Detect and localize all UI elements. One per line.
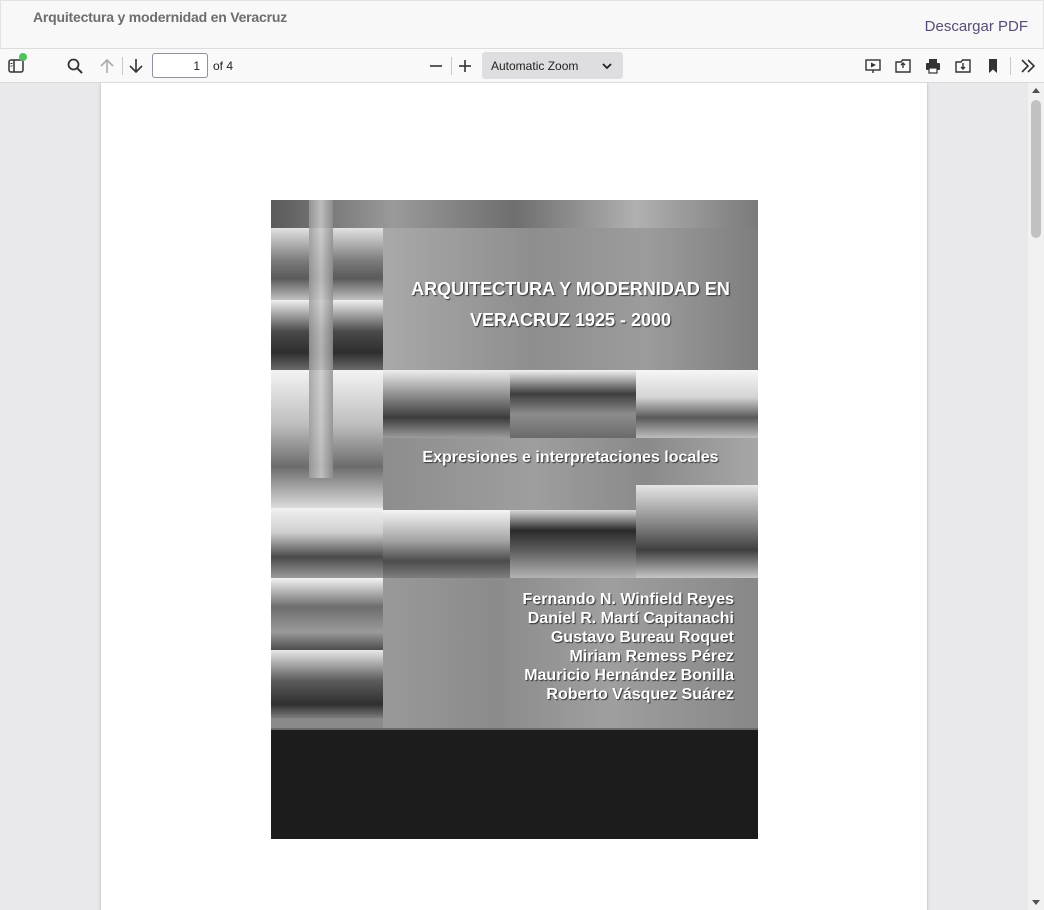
save-button[interactable]: [950, 53, 976, 79]
cover-subtitle: Expresiones e interpretaciones locales: [422, 449, 719, 466]
download-icon: [955, 59, 971, 73]
building-photo: [383, 370, 510, 438]
building-photo: [271, 650, 383, 718]
document-viewer[interactable]: ARQUITECTURA Y MODERNIDAD EN VERACRUZ 19…: [0, 83, 1044, 910]
download-pdf-link[interactable]: Descargar PDF: [925, 18, 1028, 35]
author-name: Gustavo Bureau Roquet: [550, 629, 734, 646]
scroll-down-arrow[interactable]: [1032, 900, 1040, 905]
tower-photo: [309, 200, 333, 478]
scroll-thumb[interactable]: [1031, 100, 1041, 238]
book-cover: ARQUITECTURA Y MODERNIDAD EN VERACRUZ 19…: [271, 200, 758, 839]
bookmark-button[interactable]: [980, 53, 1006, 79]
page-number-input[interactable]: [152, 53, 208, 78]
building-photo: [271, 508, 383, 578]
cover-title: ARQUITECTURA Y MODERNIDAD EN VERACRUZ 19…: [383, 274, 758, 336]
photo-strip: [271, 200, 758, 228]
folder-open-icon: [895, 59, 911, 73]
building-photo: [636, 485, 758, 578]
tools-menu-button[interactable]: [1015, 53, 1041, 79]
presentation-mode-button[interactable]: [860, 53, 886, 79]
arrow-up-icon: [100, 58, 114, 73]
page-count-label: of 4: [213, 59, 234, 73]
arrow-down-icon: [129, 59, 143, 74]
zoom-select[interactable]: Automatic Zoom: [482, 52, 623, 79]
chevron-down-icon: [602, 63, 612, 70]
document-title: Arquitectura y modernidad en Veracruz: [33, 9, 288, 25]
bookmark-icon: [989, 59, 997, 73]
printer-icon: [926, 59, 940, 74]
open-file-button[interactable]: [890, 53, 916, 79]
minus-icon: [430, 65, 442, 67]
zoom-in-button[interactable]: [452, 53, 478, 79]
author-name: Fernando N. Winfield Reyes: [522, 591, 734, 608]
double-chevron-right-icon: [1021, 59, 1036, 73]
print-button[interactable]: [920, 53, 946, 79]
author-name: Roberto Vásquez Suárez: [546, 686, 734, 703]
building-photo: [383, 510, 510, 578]
vertical-scrollbar[interactable]: [1028, 83, 1044, 910]
viewer-header: Arquitectura y modernidad en Veracruz De…: [0, 0, 1044, 49]
scroll-up-arrow[interactable]: [1032, 88, 1040, 93]
zoom-out-button[interactable]: [423, 53, 449, 79]
find-button[interactable]: [62, 53, 88, 79]
presentation-icon: [865, 59, 881, 73]
previous-page-button[interactable]: [94, 53, 120, 79]
building-photo: [271, 578, 383, 650]
author-name: Daniel R. Martí Capitanachi: [527, 610, 734, 627]
building-photo: [636, 370, 758, 438]
next-page-button[interactable]: [123, 53, 149, 79]
pdf-toolbar: of 4 Automatic Zoom: [0, 49, 1044, 83]
building-photo: [510, 370, 636, 438]
author-name: Miriam Remess Pérez: [569, 648, 734, 665]
pdf-page: ARQUITECTURA Y MODERNIDAD EN VERACRUZ 19…: [101, 83, 927, 910]
toolbar-separator: [1010, 57, 1011, 75]
plus-icon: [459, 60, 471, 72]
author-name: Mauricio Hernández Bonilla: [524, 667, 734, 684]
zoom-select-value: Automatic Zoom: [491, 58, 579, 73]
cover-footer-band: [271, 728, 758, 839]
notification-dot: [19, 53, 27, 61]
cover-title-line2: VERACRUZ 1925 - 2000: [469, 310, 672, 330]
cover-title-line1: ARQUITECTURA Y MODERNIDAD EN: [411, 279, 730, 299]
building-photo: [510, 510, 636, 578]
search-icon: [67, 58, 83, 74]
author-list: Fernando N. Winfield Reyes Daniel R. Mar…: [523, 590, 734, 704]
